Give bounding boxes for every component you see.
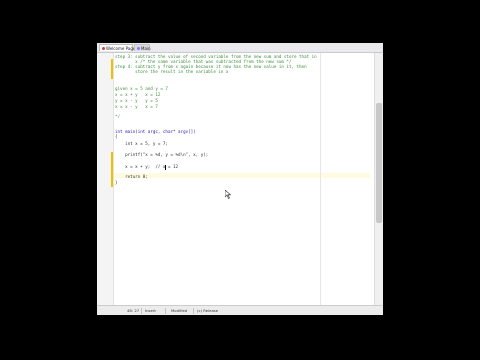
vertical-scrollbar[interactable] [374, 53, 383, 305]
build-config: (c) Release [197, 308, 219, 313]
modified-indicator: Modified [171, 308, 188, 313]
file-icon [137, 47, 140, 50]
ide-window: Welcome Page Main step 3: subtract the v… [97, 43, 383, 315]
code-line: return 0; [115, 174, 148, 179]
tab-label: Welcome Page [106, 46, 136, 51]
status-separator [141, 308, 142, 314]
status-separator [193, 308, 194, 314]
change-marker [111, 152, 113, 187]
scrollbar-thumb[interactable] [376, 103, 382, 223]
status-separator [165, 308, 166, 314]
tab-main[interactable]: Main [134, 44, 151, 51]
text-caret [165, 165, 166, 170]
mouse-pointer-icon [225, 190, 231, 199]
editor-tab-bar: Welcome Page Main [97, 43, 383, 53]
code-line: } [115, 180, 118, 185]
code-editor[interactable]: step 3: subtract the value of second var… [115, 53, 370, 305]
code-line: given x = 5 and y = 7 [115, 86, 168, 91]
file-icon [102, 47, 105, 50]
insert-mode: Insert [145, 308, 156, 313]
line-gutter[interactable] [97, 53, 114, 305]
code-line: */ [115, 114, 121, 119]
code-line: store the result in the variable in x [115, 69, 229, 74]
code-line: x = x + y; // x = 12 [115, 164, 179, 169]
code-line: int main(int argc, char* argv[]) [115, 129, 196, 134]
code-line: x = x - y x = 7 [115, 104, 158, 109]
tab-welcome-page[interactable]: Welcome Page [99, 44, 136, 51]
code-line: int x = 5, y = 7; [115, 141, 168, 146]
code-line: y = x - y y = 5 [115, 98, 158, 103]
code-line: { [115, 134, 118, 139]
code-line: x = x + y x = 12 [115, 92, 161, 97]
cursor-position: 46: 27 [127, 308, 140, 313]
code-line: printf("x = %d, y = %d\n", x, y); [115, 152, 209, 157]
change-marker [111, 59, 113, 79]
status-bar: 46: 27 Insert Modified (c) Release [97, 305, 383, 315]
tab-label: Main [141, 46, 151, 51]
